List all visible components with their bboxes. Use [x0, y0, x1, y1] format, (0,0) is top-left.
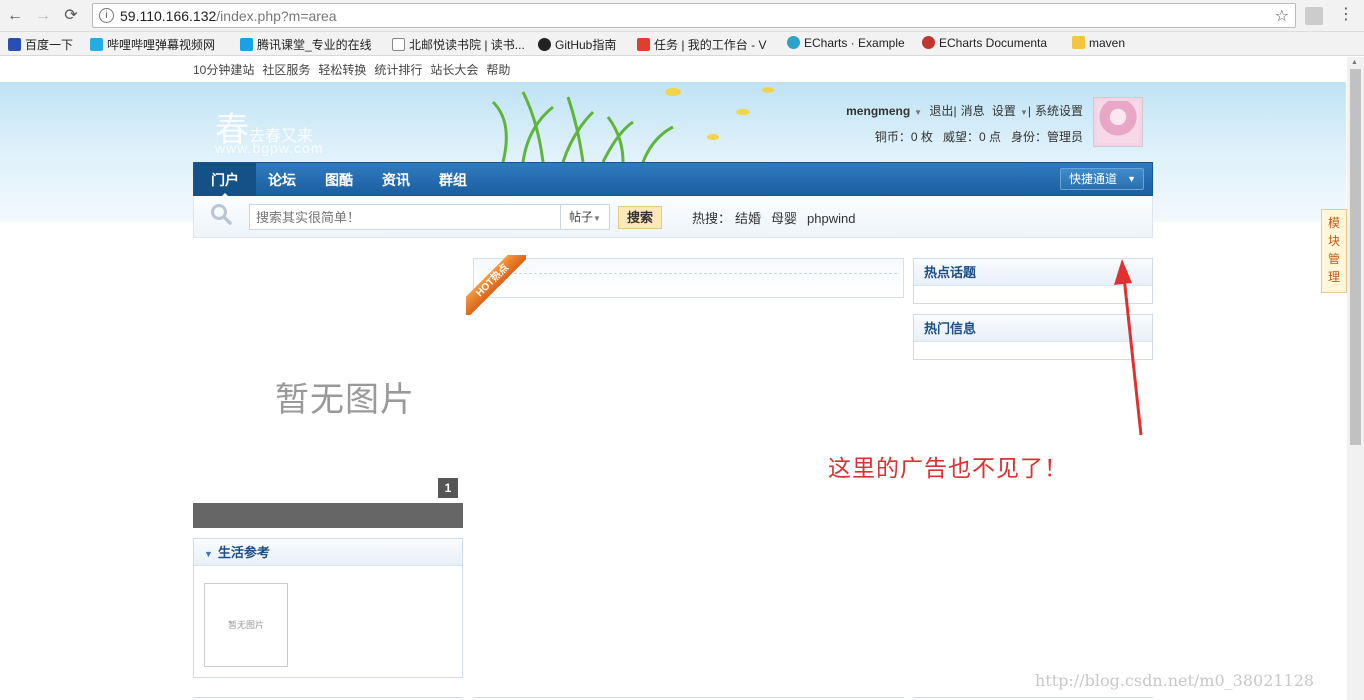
settings-link[interactable]: 设置 [992, 104, 1016, 118]
bookmark-item[interactable]: 任务 | 我的工作台 - V [637, 36, 775, 52]
github-icon [538, 38, 551, 51]
info-icon[interactable]: i [99, 8, 114, 23]
slider-caption-bar [193, 503, 463, 528]
messages-link[interactable]: 消息 [961, 104, 985, 118]
top-link[interactable]: 轻松转换 [318, 63, 366, 77]
hot-term-link[interactable]: 母婴 [771, 211, 797, 226]
annotation-text: 这里的广告也不见了！ [828, 456, 1068, 482]
avatar[interactable] [1093, 97, 1143, 147]
url-input[interactable]: i 59.110.166.132/index.php?m=area ☆ [92, 3, 1296, 28]
bookmark-item[interactable]: 百度一下 [8, 36, 84, 52]
top-link[interactable]: 帮助 [486, 63, 510, 77]
coins-stat: 铜币：0 枚 [874, 130, 933, 144]
divider [514, 273, 897, 274]
hot-panel [473, 258, 904, 298]
reload-icon[interactable]: ⟳ [60, 5, 82, 27]
folder-icon [1072, 36, 1085, 49]
system-settings-link[interactable]: 系统设置 [1035, 104, 1083, 118]
hot-ribbon-badge: HOT热点 [466, 255, 526, 315]
identity-stat: 身份：管理员 [1010, 130, 1083, 144]
back-icon[interactable]: ← [4, 5, 26, 27]
bookmark-item[interactable]: 哔哩哔哩弹幕视频网 [90, 36, 230, 52]
user-silhouette-icon [1097, 101, 1139, 143]
url-path: /index.php?m=area [216, 8, 337, 24]
url-host: 59.110.166.132 [120, 8, 217, 24]
module-management-tab[interactable]: 模 块 管 理 [1321, 209, 1347, 293]
site-logo-sub: www.bgpw.com [215, 140, 324, 156]
main-navigation: 门户 论坛 图酷 资讯 群组 快捷通道 ▼ [193, 162, 1153, 198]
nav-item-groups[interactable]: 群组 [439, 163, 467, 197]
page-icon [392, 38, 405, 51]
scroll-up-icon[interactable]: ▲ [1351, 59, 1358, 66]
search-icon [211, 204, 232, 225]
chevron-down-icon: ▼ [593, 214, 601, 223]
search-input[interactable] [249, 204, 561, 230]
tv-icon [90, 38, 103, 51]
annotation-arrow-icon [1114, 259, 1143, 436]
bookmark-item[interactable]: GitHub指南 [538, 36, 628, 52]
life-reference-title: ▼ 生活参考 [194, 539, 462, 566]
bookmark-item[interactable]: 腾讯课堂_专业的在线 [240, 36, 380, 52]
forward-icon[interactable]: → [32, 5, 54, 27]
user-info: mengmeng ▼ 退出| 消息 设置 ▼| 系统设置 铜币：0 枚 威望：0 点 身… [846, 104, 1083, 144]
cube-icon [240, 38, 253, 51]
bookmark-item[interactable]: 北邮悦读书院 | 读书... [392, 36, 530, 52]
search-scope-select[interactable]: 帖子▼ [560, 204, 610, 230]
top-link[interactable]: 社区服务 [262, 63, 310, 77]
grid-icon [637, 38, 650, 51]
browser-menu-icon[interactable]: ⋮ [1338, 5, 1354, 25]
bookmarks-bar: 百度一下 哔哩哔哩弹幕视频网 腾讯课堂_专业的在线 北邮悦读书院 | 读书...… [0, 32, 1364, 56]
echarts-doc-icon [922, 36, 935, 49]
top-links: 10分钟建站 社区服务 轻松转换 统计排行 站长大会 帮助 [193, 61, 518, 78]
chevron-down-icon[interactable]: ▼ [1020, 108, 1028, 117]
bookmark-item[interactable]: ECharts Documenta [922, 36, 1060, 52]
site-header: 春去春又来 www.bgpw.com mengmeng ▼ 退出| 消息 设置 ▼| 系… [193, 82, 1153, 162]
watermark: http://blog.csdn.net/m0_38021128 [1035, 671, 1315, 690]
address-bar-area: ← → ⟳ i 59.110.166.132/index.php?m=area … [0, 0, 1364, 32]
nav-item-news[interactable]: 资讯 [382, 163, 410, 197]
username-link[interactable]: mengmeng [846, 104, 910, 118]
life-thumbnail[interactable]: 暂无图片 [204, 583, 288, 667]
extension-icon[interactable] [1305, 7, 1323, 25]
echarts-icon [787, 36, 800, 49]
logout-link[interactable]: 退出 [929, 104, 953, 118]
scrollbar-thumb[interactable] [1350, 69, 1361, 445]
page-viewport: 10分钟建站 社区服务 轻松转换 统计排行 站长大会 帮助 春去春又来 www.bgpw.… [0, 57, 1364, 700]
grass-decoration [491, 87, 774, 162]
top-link[interactable]: 10分钟建站 [193, 63, 254, 77]
life-reference-box: ▼ 生活参考 暂无图片 [193, 538, 463, 678]
hot-search: 热搜： 结婚 母婴 phpwind [692, 208, 865, 227]
top-link[interactable]: 站长大会 [430, 63, 478, 77]
hot-term-link[interactable]: 结婚 [735, 211, 761, 226]
nav-item-portal[interactable]: 门户 [194, 163, 256, 198]
nav-item-forum[interactable]: 论坛 [268, 163, 296, 197]
hot-search-label: 热搜： [692, 211, 732, 226]
triangle-down-icon[interactable]: ▼ [204, 549, 213, 559]
slider-placeholder-image[interactable]: 暂无图片 [275, 372, 415, 421]
prestige-stat: 威望：0 点 [942, 130, 1001, 144]
bookmark-star-icon[interactable]: ☆ [1275, 6, 1289, 26]
search-bar: 帖子▼ 搜索 热搜：结婚母婴 phpwind [193, 196, 1153, 238]
hot-term-link[interactable]: phpwind [807, 211, 855, 226]
top-link[interactable]: 统计排行 [374, 63, 422, 77]
quick-access-button[interactable]: 快捷通道 ▼ [1059, 168, 1144, 190]
nav-item-gallery[interactable]: 图酷 [325, 163, 353, 197]
page-scrollbar[interactable]: ▲ [1347, 57, 1364, 700]
slider-index-button[interactable]: 1 [438, 478, 458, 498]
paw-icon [8, 38, 21, 51]
bookmark-item[interactable]: ECharts · Example [787, 36, 911, 52]
chevron-down-icon[interactable]: ▼ [914, 108, 922, 117]
search-button[interactable]: 搜索 [618, 206, 662, 229]
bookmark-item[interactable]: maven [1072, 36, 1142, 52]
chevron-down-icon: ▼ [1127, 174, 1136, 184]
